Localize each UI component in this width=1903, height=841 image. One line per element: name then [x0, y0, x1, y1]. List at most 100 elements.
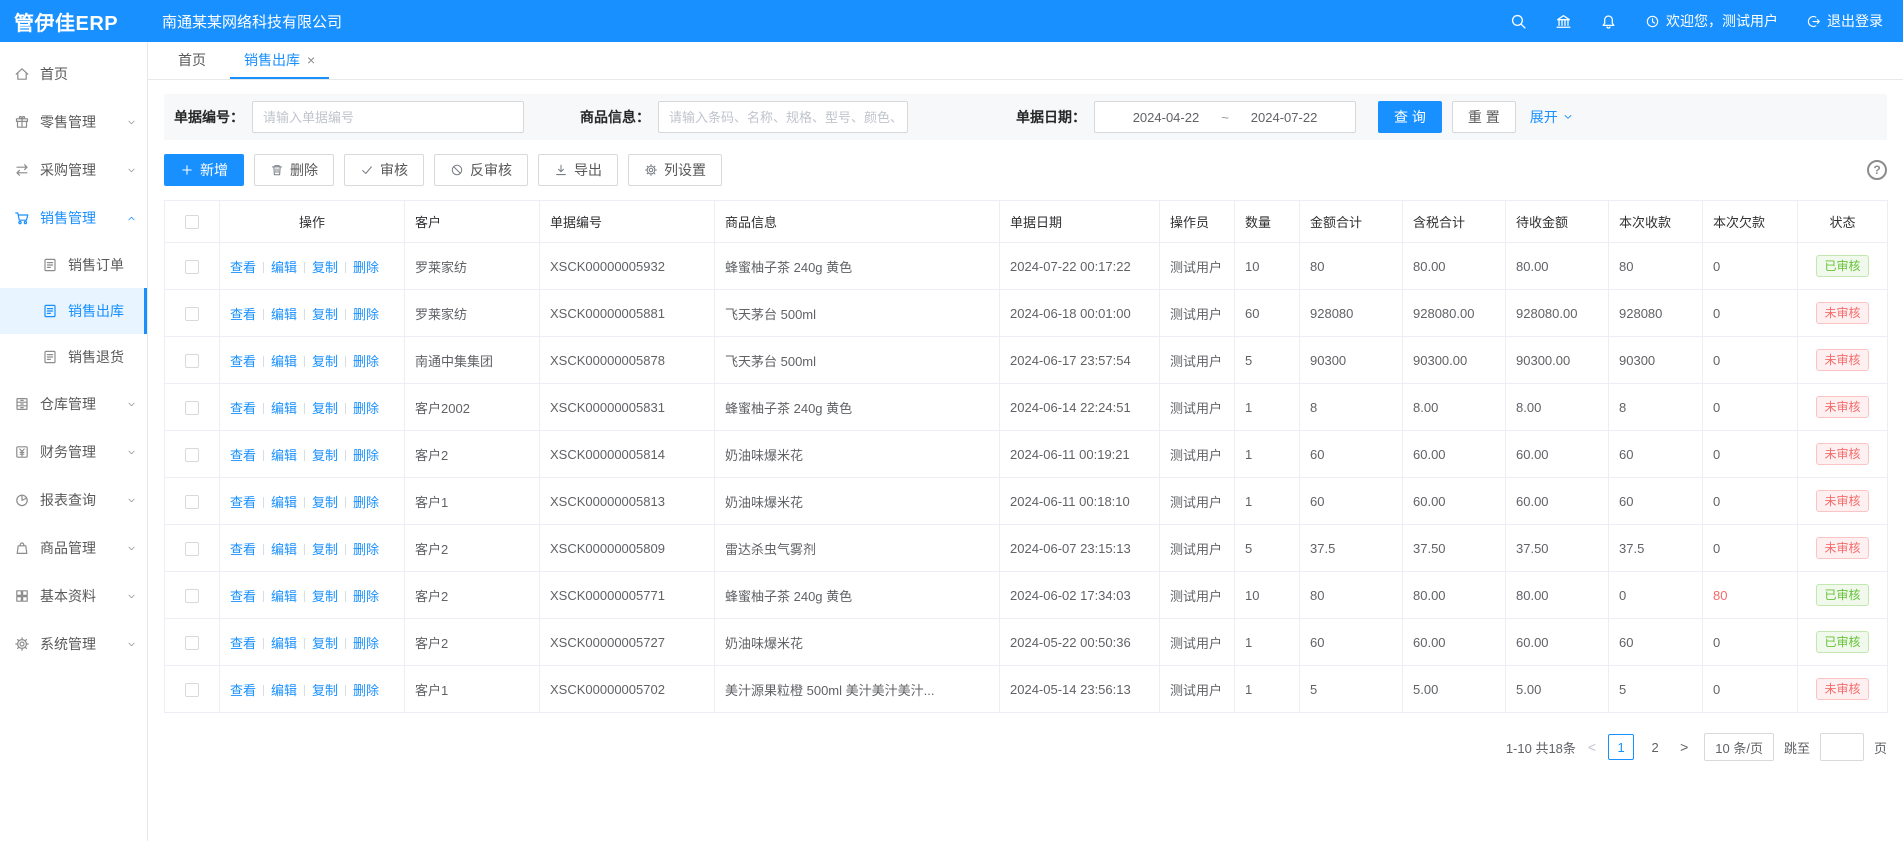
action-separator [304, 544, 305, 555]
copy-link[interactable]: 复制 [312, 354, 338, 369]
page-number-2[interactable]: 2 [1642, 734, 1668, 760]
next-page-button[interactable]: > [1678, 739, 1690, 755]
delete-link[interactable]: 删除 [353, 495, 379, 510]
status-badge: 已审核 [1816, 631, 1868, 654]
delete-link[interactable]: 删除 [353, 448, 379, 463]
sidebar-item-retail[interactable]: 零售管理 [0, 98, 147, 146]
row-checkbox[interactable] [185, 401, 199, 415]
row-checkbox[interactable] [185, 448, 199, 462]
row-checkbox[interactable] [185, 636, 199, 650]
edit-link[interactable]: 编辑 [271, 542, 297, 557]
copy-link[interactable]: 复制 [312, 448, 338, 463]
prev-page-button[interactable]: < [1586, 739, 1598, 755]
view-link[interactable]: 查看 [230, 354, 256, 369]
view-link[interactable]: 查看 [230, 448, 256, 463]
delete-link[interactable]: 删除 [353, 542, 379, 557]
view-link[interactable]: 查看 [230, 495, 256, 510]
edit-link[interactable]: 编辑 [271, 495, 297, 510]
add-button[interactable]: 新增 [164, 154, 244, 186]
sidebar-item-finance[interactable]: 财务管理 [0, 428, 147, 476]
close-icon[interactable]: × [307, 53, 315, 67]
delete-link[interactable]: 删除 [353, 683, 379, 698]
sidebar-item-reports[interactable]: 报表查询 [0, 476, 147, 524]
sidebar-item-purchase[interactable]: 采购管理 [0, 146, 147, 194]
customer-cell: 客户2 [405, 525, 540, 572]
row-checkbox[interactable] [185, 683, 199, 697]
sidebar-item-warehouse[interactable]: 仓库管理 [0, 380, 147, 428]
row-checkbox[interactable] [185, 307, 199, 321]
expand-link[interactable]: 展开 [1530, 107, 1574, 127]
edit-link[interactable]: 编辑 [271, 589, 297, 604]
welcome-user[interactable]: 欢迎您，测试用户 [1645, 11, 1778, 31]
delete-link[interactable]: 删除 [353, 260, 379, 275]
reset-button[interactable]: 重 置 [1452, 101, 1516, 133]
copy-link[interactable]: 复制 [312, 260, 338, 275]
copy-link[interactable]: 复制 [312, 495, 338, 510]
search-button[interactable]: 查 询 [1378, 101, 1442, 133]
page-number-1[interactable]: 1 [1608, 734, 1634, 760]
edit-link[interactable]: 编辑 [271, 636, 297, 651]
view-link[interactable]: 查看 [230, 683, 256, 698]
tab-home[interactable]: 首页 [164, 42, 220, 79]
tab-sales-outbound[interactable]: 销售出库× [230, 42, 329, 79]
unaudit-button[interactable]: 反审核 [434, 154, 528, 186]
copy-link[interactable]: 复制 [312, 683, 338, 698]
sidebar-item-basic-data[interactable]: 基本资料 [0, 572, 147, 620]
sidebar-item-products[interactable]: 商品管理 [0, 524, 147, 572]
sidebar-item-home[interactable]: 首页 [0, 50, 147, 98]
column-settings-button[interactable]: 列设置 [628, 154, 722, 186]
gift-icon [14, 114, 30, 130]
view-link[interactable]: 查看 [230, 542, 256, 557]
row-checkbox[interactable] [185, 542, 199, 556]
edit-link[interactable]: 编辑 [271, 307, 297, 322]
date-end-value[interactable]: 2024-07-22 [1251, 110, 1318, 125]
help-icon[interactable]: ? [1867, 160, 1887, 180]
edit-link[interactable]: 编辑 [271, 683, 297, 698]
sidebar-item-sales[interactable]: 销售管理 [0, 194, 147, 242]
row-checkbox[interactable] [185, 260, 199, 274]
bell-icon[interactable] [1600, 13, 1617, 30]
col-product: 商品信息 [715, 201, 1000, 243]
page-size-select[interactable]: 10 条/页 [1704, 733, 1774, 761]
edit-link[interactable]: 编辑 [271, 401, 297, 416]
view-link[interactable]: 查看 [230, 401, 256, 416]
doc-no-input[interactable] [252, 101, 524, 133]
audit-button[interactable]: 审核 [344, 154, 424, 186]
copy-link[interactable]: 复制 [312, 542, 338, 557]
view-link[interactable]: 查看 [230, 589, 256, 604]
copy-link[interactable]: 复制 [312, 307, 338, 322]
row-checkbox[interactable] [185, 354, 199, 368]
delete-link[interactable]: 删除 [353, 589, 379, 604]
bank-icon[interactable] [1555, 13, 1572, 30]
date-range-picker[interactable]: 2024-04-22 ~ 2024-07-22 [1094, 101, 1356, 133]
copy-link[interactable]: 复制 [312, 636, 338, 651]
copy-link[interactable]: 复制 [312, 401, 338, 416]
row-checkbox[interactable] [185, 495, 199, 509]
delete-link[interactable]: 删除 [353, 401, 379, 416]
view-link[interactable]: 查看 [230, 636, 256, 651]
delete-link[interactable]: 删除 [353, 307, 379, 322]
view-link[interactable]: 查看 [230, 260, 256, 275]
jump-page-input[interactable] [1820, 733, 1864, 761]
date-cell: 2024-06-07 23:15:13 [1000, 525, 1160, 572]
row-checkbox[interactable] [185, 589, 199, 603]
edit-link[interactable]: 编辑 [271, 354, 297, 369]
check-icon [360, 163, 374, 177]
delete-link[interactable]: 删除 [353, 636, 379, 651]
select-all-checkbox[interactable] [185, 215, 199, 229]
copy-link[interactable]: 复制 [312, 589, 338, 604]
search-icon[interactable] [1510, 13, 1527, 30]
sidebar-item-sales-order[interactable]: 销售订单 [0, 242, 147, 288]
edit-link[interactable]: 编辑 [271, 260, 297, 275]
product-info-input[interactable] [658, 101, 908, 133]
delete-button[interactable]: 删除 [254, 154, 334, 186]
logout-button[interactable]: 退出登录 [1806, 11, 1883, 31]
sidebar-item-system[interactable]: 系统管理 [0, 620, 147, 668]
delete-link[interactable]: 删除 [353, 354, 379, 369]
edit-link[interactable]: 编辑 [271, 448, 297, 463]
view-link[interactable]: 查看 [230, 307, 256, 322]
sidebar-item-sales-return[interactable]: 销售退货 [0, 334, 147, 380]
date-start-value[interactable]: 2024-04-22 [1133, 110, 1200, 125]
sidebar-item-sales-outbound[interactable]: 销售出库 [0, 288, 147, 334]
export-button[interactable]: 导出 [538, 154, 618, 186]
